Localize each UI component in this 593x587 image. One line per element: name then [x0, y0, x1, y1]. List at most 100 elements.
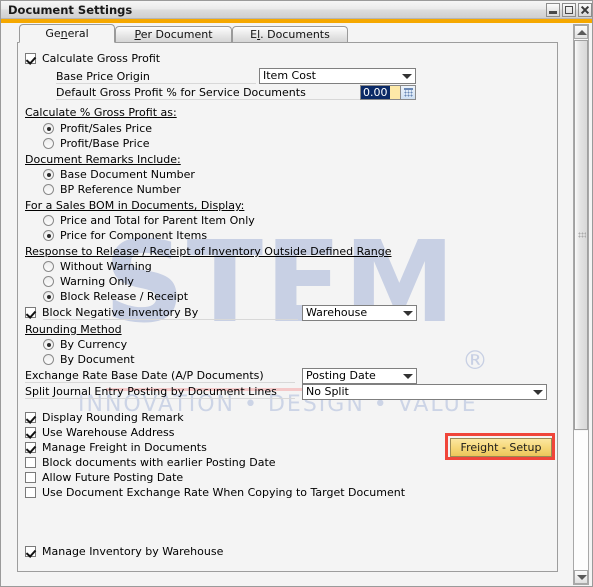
- radio-by-currency[interactable]: By Currency: [43, 338, 127, 351]
- default-gross-profit-value: 0.00: [361, 86, 390, 99]
- watermark-text: STEM: [104, 218, 458, 348]
- radio-by-currency-control[interactable]: [43, 339, 54, 350]
- split-journal-entry-value: No Split: [306, 385, 349, 398]
- radio-without-warning[interactable]: Without Warning: [43, 260, 152, 273]
- calculate-gross-profit-checkbox[interactable]: [25, 53, 36, 64]
- base-price-origin-underline: [56, 83, 256, 84]
- checkbox-allow-future-posting-date[interactable]: Allow Future Posting Date: [25, 471, 183, 484]
- manage-inventory-by-warehouse-checkbox[interactable]: [25, 546, 36, 557]
- radio-block-release-receipt-label: Block Release / Receipt: [60, 290, 189, 303]
- default-gross-profit-underline: [56, 99, 376, 100]
- use-document-exchange-rate-checkbox[interactable]: [25, 487, 36, 498]
- checkbox-display-rounding-remark[interactable]: Display Rounding Remark: [25, 411, 184, 424]
- radio-bp-reference-number-control[interactable]: [43, 184, 54, 195]
- radio-by-document-control[interactable]: [43, 354, 54, 365]
- radio-profit-sales-price-label: Profit/Sales Price: [60, 122, 153, 135]
- base-price-origin-value: Item Cost: [263, 69, 316, 82]
- radio-profit-base-price-label: Profit/Base Price: [60, 137, 150, 150]
- radio-warning-only[interactable]: Warning Only: [43, 275, 134, 288]
- radio-by-document[interactable]: By Document: [43, 353, 135, 366]
- tab-el-documents[interactable]: El. Documents: [232, 26, 348, 43]
- radio-base-document-number[interactable]: Base Document Number: [43, 168, 195, 181]
- tab-strip: General Per Document El. Documents: [1, 23, 592, 43]
- allow-future-posting-date-label: Allow Future Posting Date: [42, 471, 184, 484]
- block-negative-inventory-label: Block Negative Inventory By: [42, 306, 199, 319]
- vertical-scrollbar[interactable]: [573, 24, 589, 585]
- split-journal-entry-select[interactable]: No Split: [302, 384, 547, 400]
- radio-base-document-number-label: Base Document Number: [60, 168, 195, 181]
- checkbox-use-document-exchange-rate[interactable]: Use Document Exchange Rate When Copying …: [25, 486, 405, 499]
- settings-panel: STEM ® INNOVATION • DESIGN • VALUE Calcu…: [17, 42, 558, 572]
- manage-inventory-by-warehouse-label: Manage Inventory by Warehouse: [42, 545, 224, 558]
- maximize-icon[interactable]: [562, 3, 576, 17]
- checkbox-block-documents-earlier-posting-date[interactable]: Block documents with earlier Posting Dat…: [25, 456, 276, 469]
- radio-profit-sales-price-control[interactable]: [43, 123, 54, 134]
- block-documents-earlier-posting-date-label: Block documents with earlier Posting Dat…: [42, 456, 276, 469]
- radio-price-component-items-control[interactable]: [43, 230, 54, 241]
- block-negative-inventory-checkbox[interactable]: [25, 307, 36, 318]
- split-journal-entry-label: Split Journal Entry Posting by Document …: [25, 385, 277, 398]
- radio-without-warning-label: Without Warning: [60, 260, 152, 273]
- radio-price-total-parent-item-control[interactable]: [43, 215, 54, 226]
- block-negative-inventory-row[interactable]: Block Negative Inventory By: [25, 306, 198, 319]
- document-remarks-group-header: Document Remarks Include:: [25, 153, 181, 166]
- tab-per-document[interactable]: Per Document: [115, 26, 232, 43]
- allow-future-posting-date-checkbox[interactable]: [25, 472, 36, 483]
- scrollbar-track[interactable]: [574, 431, 588, 571]
- checkbox-manage-freight-in-documents[interactable]: Manage Freight in Documents: [25, 441, 207, 454]
- radio-base-document-number-control[interactable]: [43, 169, 54, 180]
- calculate-gross-profit-row[interactable]: Calculate Gross Profit: [25, 52, 160, 65]
- base-price-origin-label: Base Price Origin: [56, 70, 150, 83]
- exchange-rate-base-date-value: Posting Date: [306, 369, 376, 382]
- use-document-exchange-rate-label: Use Document Exchange Rate When Copying …: [42, 486, 406, 499]
- window-title: Document Settings: [8, 3, 133, 17]
- checkbox-use-warehouse-address[interactable]: Use Warehouse Address: [25, 426, 174, 439]
- exchange-rate-base-date-label: Exchange Rate Base Date (A/P Documents): [25, 369, 264, 382]
- base-price-origin-select[interactable]: Item Cost: [259, 68, 416, 84]
- radio-bp-reference-number-label: BP Reference Number: [60, 183, 181, 196]
- block-documents-earlier-posting-date-checkbox[interactable]: [25, 457, 36, 468]
- radio-profit-base-price-control[interactable]: [43, 138, 54, 149]
- radio-block-release-receipt-control[interactable]: [43, 291, 54, 302]
- scrollbar-thumb[interactable]: [574, 40, 588, 430]
- response-release-group-header: Response to Release / Receipt of Invento…: [25, 245, 392, 258]
- radio-price-component-items[interactable]: Price for Component Items: [43, 229, 207, 242]
- manage-freight-in-documents-checkbox[interactable]: [25, 442, 36, 453]
- watermark-registered-icon: ®: [462, 346, 488, 376]
- calculator-icon[interactable]: [400, 86, 415, 99]
- checkbox-manage-inventory-by-warehouse[interactable]: Manage Inventory by Warehouse: [25, 545, 223, 558]
- block-negative-inventory-underline: [43, 319, 298, 320]
- scrollbar-grip-icon: [578, 232, 586, 238]
- freight-setup-button[interactable]: Freight - Setup: [450, 438, 552, 457]
- scroll-up-icon[interactable]: [574, 25, 588, 39]
- exchange-rate-base-date-select[interactable]: Posting Date: [302, 368, 417, 384]
- radio-price-component-items-label: Price for Component Items: [60, 229, 208, 242]
- chevron-down-icon: [403, 311, 413, 316]
- chevron-down-icon: [402, 74, 412, 79]
- display-rounding-remark-checkbox[interactable]: [25, 412, 36, 423]
- radio-block-release-receipt[interactable]: Block Release / Receipt: [43, 290, 188, 303]
- chevron-down-icon: [533, 390, 543, 395]
- radio-without-warning-control[interactable]: [43, 261, 54, 272]
- use-warehouse-address-checkbox[interactable]: [25, 427, 36, 438]
- radio-by-currency-label: By Currency: [60, 338, 128, 351]
- default-gross-profit-label: Default Gross Profit % for Service Docum…: [56, 86, 306, 99]
- radio-price-total-parent-item[interactable]: Price and Total for Parent Item Only: [43, 214, 255, 227]
- close-icon[interactable]: [578, 3, 592, 17]
- tab-general[interactable]: General: [19, 24, 115, 43]
- radio-bp-reference-number[interactable]: BP Reference Number: [43, 183, 181, 196]
- minimize-icon[interactable]: [546, 3, 560, 17]
- freight-setup-highlight: Freight - Setup: [445, 433, 555, 460]
- radio-profit-base-price[interactable]: Profit/Base Price: [43, 137, 150, 150]
- scroll-down-icon[interactable]: [574, 570, 588, 584]
- default-gross-profit-input[interactable]: 0.00: [360, 85, 416, 100]
- calculate-gross-profit-label: Calculate Gross Profit: [42, 52, 161, 65]
- block-negative-inventory-select[interactable]: Warehouse: [302, 305, 417, 321]
- radio-by-document-label: By Document: [60, 353, 135, 366]
- radio-profit-sales-price[interactable]: Profit/Sales Price: [43, 122, 152, 135]
- rounding-method-group-header: Rounding Method: [25, 323, 122, 336]
- split-journal-underline: [25, 398, 295, 399]
- block-negative-inventory-value: Warehouse: [306, 306, 368, 319]
- sales-bom-group-header: For a Sales BOM in Documents, Display:: [25, 199, 245, 212]
- radio-warning-only-control[interactable]: [43, 276, 54, 287]
